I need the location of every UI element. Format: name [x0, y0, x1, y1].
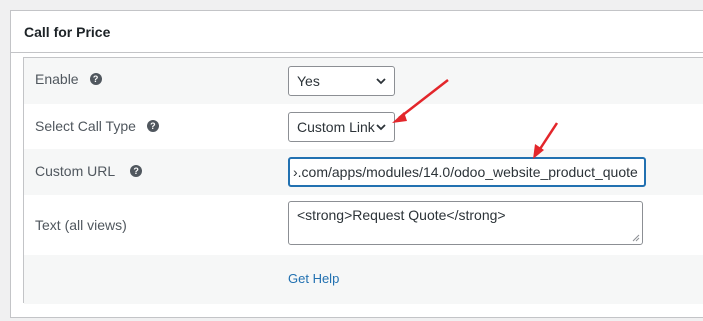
enable-row: Enable ? Yes — [24, 58, 703, 104]
panel-title: Call for Price — [24, 24, 111, 40]
question-circle-icon[interactable]: ? — [89, 73, 102, 85]
chevron-down-icon — [376, 124, 386, 131]
enable-select-value: Yes — [297, 73, 320, 89]
text-all-views-textarea[interactable]: <strong>Request Quote</strong> — [288, 201, 643, 245]
get-help-link[interactable]: Get Help — [288, 271, 339, 286]
call-type-select-value: Custom Link — [297, 119, 375, 135]
enable-select[interactable]: Yes — [288, 66, 395, 96]
text-all-views-label: Text (all views) — [35, 217, 127, 233]
enable-label: Enable — [35, 71, 79, 87]
call-type-label-wrap: Select Call Type ? — [35, 118, 159, 134]
text-all-views-label-wrap: Text (all views) — [35, 217, 127, 233]
call-type-label: Select Call Type — [35, 118, 136, 134]
custom-url-label: Custom URL — [35, 163, 116, 179]
panel-header: Call for Price — [11, 11, 703, 53]
enable-label-wrap: Enable ? — [35, 71, 102, 87]
question-circle-icon[interactable]: ? — [130, 165, 143, 177]
call-type-select[interactable]: Custom Link — [288, 112, 395, 142]
custom-url-value: ›.com/apps/modules/14.0/odoo_website_pro… — [293, 164, 638, 180]
custom-url-row: Custom URL ? ›.com/apps/modules/14.0/odo… — [24, 149, 703, 195]
resize-grip-icon[interactable] — [632, 234, 640, 242]
chevron-down-icon — [376, 78, 386, 85]
call-type-row: Select Call Type ? Custom Link — [24, 104, 703, 149]
text-all-views-row: Text (all views) <strong>Request Quote</… — [24, 195, 703, 255]
settings-table: Enable ? Yes Select Call Type ? Custom L… — [23, 57, 703, 304]
help-row: Get Help — [24, 255, 703, 304]
question-circle-icon[interactable]: ? — [146, 120, 159, 132]
custom-url-input[interactable]: ›.com/apps/modules/14.0/odoo_website_pro… — [288, 157, 646, 187]
call-for-price-panel: Call for Price Enable ? Yes Select Call … — [10, 10, 703, 318]
text-all-views-value: <strong>Request Quote</strong> — [297, 207, 506, 223]
custom-url-label-wrap: Custom URL ? — [35, 163, 143, 179]
